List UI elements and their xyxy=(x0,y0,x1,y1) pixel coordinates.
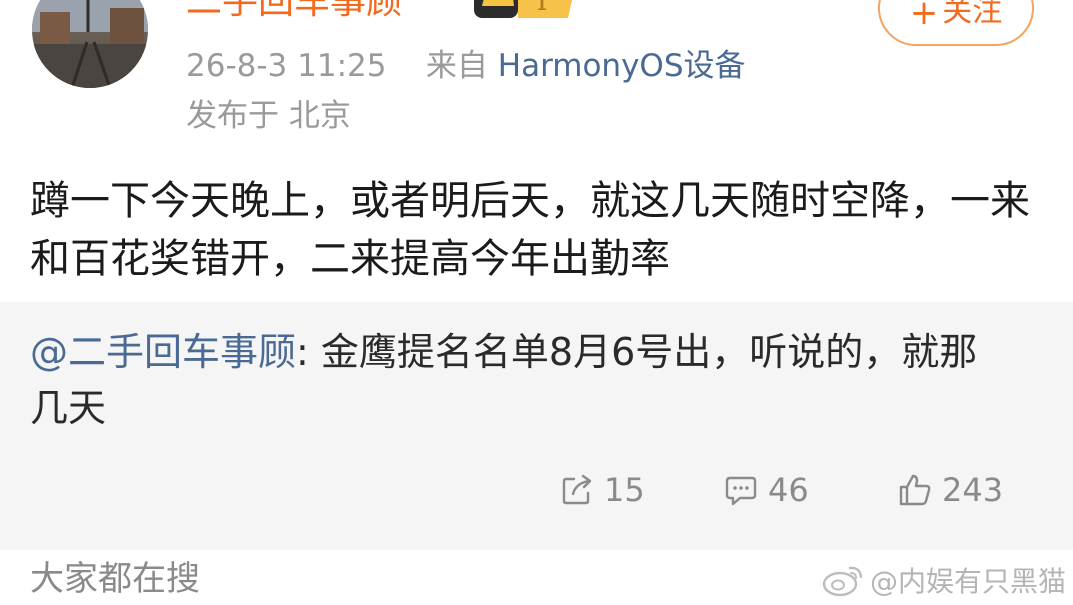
plus-icon: + xyxy=(909,0,939,33)
quoted-author-mention[interactable]: @二手回车事顾 xyxy=(30,330,296,374)
weibo-post-page: 二手回车事顾 T + 关注 26-8-3 11:25 来自 HarmonyOS设… xyxy=(0,0,1073,605)
comment-button[interactable]: 46 xyxy=(724,468,809,512)
thumbs-up-icon xyxy=(899,474,931,506)
post-timestamp: 26-8-3 11:25 xyxy=(186,48,387,84)
source-device-link[interactable]: HarmonyOS设备 xyxy=(498,48,746,84)
weibo-logo-icon xyxy=(822,566,863,597)
trending-search-label: 大家都在搜 xyxy=(30,559,200,599)
vip-badge-text: T xyxy=(533,0,552,17)
post-location: 发布于 北京 xyxy=(186,98,351,134)
watermark: @内娱有只黑猫 xyxy=(820,560,1066,600)
avatar-photo xyxy=(32,0,148,88)
post-text: 蹲一下今天晚上，或者明后天，就这几天随时空降，一来和百花奖错开，二来提高今年出勤… xyxy=(30,178,1030,282)
follow-button[interactable]: + 关注 xyxy=(878,0,1034,46)
vip-badge-icon: T xyxy=(472,0,582,22)
follow-label: 关注 xyxy=(942,0,1003,29)
repost-count: 15 xyxy=(604,471,645,509)
avatar[interactable] xyxy=(32,0,148,88)
watermark-text: @内娱有只黑猫 xyxy=(870,565,1067,598)
post-meta: 26-8-3 11:25 来自 HarmonyOS设备 xyxy=(186,46,746,86)
repost-button[interactable]: 15 xyxy=(560,468,645,512)
source-prefix: 来自 xyxy=(425,48,488,84)
like-button[interactable]: 243 xyxy=(898,468,1003,512)
repost-icon xyxy=(562,474,592,505)
quoted-post[interactable]: @二手回车事顾: 金鹰提名名单8月6号出，听说的，就那几天 15 46 243 xyxy=(0,302,1073,550)
username[interactable]: 二手回车事顾 xyxy=(186,0,402,24)
quoted-post-text: @二手回车事顾: 金鹰提名名单8月6号出，听说的，就那几天 xyxy=(30,324,990,436)
comment-icon xyxy=(725,476,757,506)
comment-count: 46 xyxy=(768,471,809,509)
like-count: 243 xyxy=(942,471,1004,509)
